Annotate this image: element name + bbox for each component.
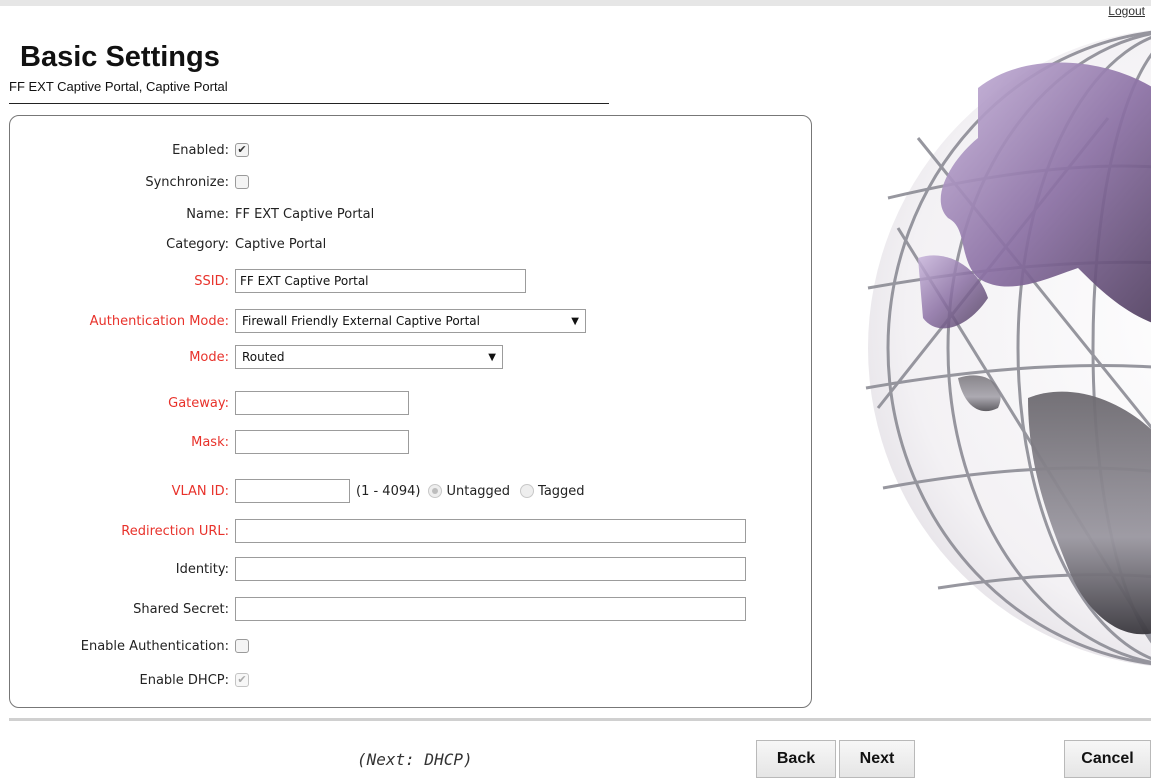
- title-divider: [9, 103, 609, 104]
- globe-illustration: [865, 30, 1151, 666]
- vlan-range-hint: (1 - 4094): [356, 483, 421, 499]
- vlan-id-input[interactable]: [235, 479, 350, 503]
- synchronize-label: Synchronize:: [145, 174, 229, 190]
- name-value: FF EXT Captive Portal: [235, 206, 375, 222]
- vlan-id-label: VLAN ID:: [171, 483, 229, 499]
- footer-divider: [9, 718, 1151, 721]
- redirection-url-label: Redirection URL:: [121, 523, 229, 539]
- category-value: Captive Portal: [235, 236, 327, 252]
- tagged-label: Tagged: [538, 483, 585, 499]
- enabled-label: Enabled:: [172, 142, 229, 158]
- authentication-mode-label: Authentication Mode:: [89, 313, 229, 329]
- category-label: Category:: [166, 236, 229, 252]
- category-row: Category: Captive Portal: [10, 232, 326, 256]
- identity-label: Identity:: [175, 561, 229, 577]
- chevron-down-icon: ▼: [488, 351, 496, 363]
- authentication-mode-row: Authentication Mode: Firewall Friendly E…: [10, 309, 586, 333]
- gateway-label: Gateway:: [168, 395, 229, 411]
- top-divider: [0, 0, 1151, 6]
- cancel-button[interactable]: Cancel: [1064, 740, 1151, 778]
- mask-label: Mask:: [191, 434, 229, 450]
- back-button[interactable]: Back: [756, 740, 836, 778]
- gateway-row: Gateway:: [10, 391, 409, 415]
- next-step-hint: (Next: DHCP): [357, 750, 473, 769]
- shared-secret-label: Shared Secret:: [133, 601, 229, 617]
- next-button[interactable]: Next: [839, 740, 915, 778]
- untagged-label: Untagged: [446, 483, 511, 499]
- redirection-url-row: Redirection URL:: [10, 519, 746, 543]
- mask-input[interactable]: [235, 430, 409, 454]
- enable-dhcp-checkbox[interactable]: ✔: [235, 673, 249, 687]
- mask-row: Mask:: [10, 430, 409, 454]
- vlan-row: VLAN ID: (1 - 4094) Untagged Tagged: [10, 479, 585, 503]
- page-subtitle: FF EXT Captive Portal, Captive Portal: [9, 79, 228, 94]
- identity-input[interactable]: [235, 557, 746, 581]
- page-title: Basic Settings: [20, 41, 220, 73]
- tagged-radio[interactable]: [520, 484, 535, 498]
- ssid-label: SSID:: [194, 273, 229, 289]
- enable-authentication-label: Enable Authentication:: [80, 638, 229, 654]
- mode-select[interactable]: Routed ▼: [235, 345, 503, 369]
- synchronize-checkbox[interactable]: [235, 175, 249, 189]
- mode-label: Mode:: [189, 349, 229, 365]
- logout-link[interactable]: Logout: [1108, 4, 1145, 18]
- shared-secret-input[interactable]: [235, 597, 746, 621]
- enable-authentication-checkbox[interactable]: [235, 639, 249, 653]
- authentication-mode-select[interactable]: Firewall Friendly External Captive Porta…: [235, 309, 586, 333]
- identity-row: Identity:: [10, 557, 746, 581]
- ssid-row: SSID:: [10, 269, 526, 293]
- mode-value: Routed: [242, 350, 285, 364]
- enable-dhcp-row: Enable DHCP: ✔: [10, 668, 249, 692]
- enabled-row: Enabled: ✔: [10, 138, 249, 162]
- shared-secret-row: Shared Secret:: [10, 597, 746, 621]
- enable-authentication-row: Enable Authentication:: [10, 634, 249, 658]
- redirection-url-input[interactable]: [235, 519, 746, 543]
- chevron-down-icon: ▼: [571, 315, 579, 327]
- enabled-checkbox[interactable]: ✔: [235, 143, 249, 157]
- ssid-input[interactable]: [235, 269, 526, 293]
- name-label: Name:: [186, 206, 229, 222]
- synchronize-row: Synchronize:: [10, 170, 249, 194]
- enable-dhcp-label: Enable DHCP:: [139, 672, 230, 688]
- name-row: Name: FF EXT Captive Portal: [10, 202, 374, 226]
- untagged-radio[interactable]: [428, 484, 443, 498]
- basic-settings-form: Enabled: ✔ Synchronize: Name: FF EXT Cap…: [9, 115, 812, 708]
- mode-row: Mode: Routed ▼: [10, 345, 503, 369]
- authentication-mode-value: Firewall Friendly External Captive Porta…: [242, 314, 480, 328]
- gateway-input[interactable]: [235, 391, 409, 415]
